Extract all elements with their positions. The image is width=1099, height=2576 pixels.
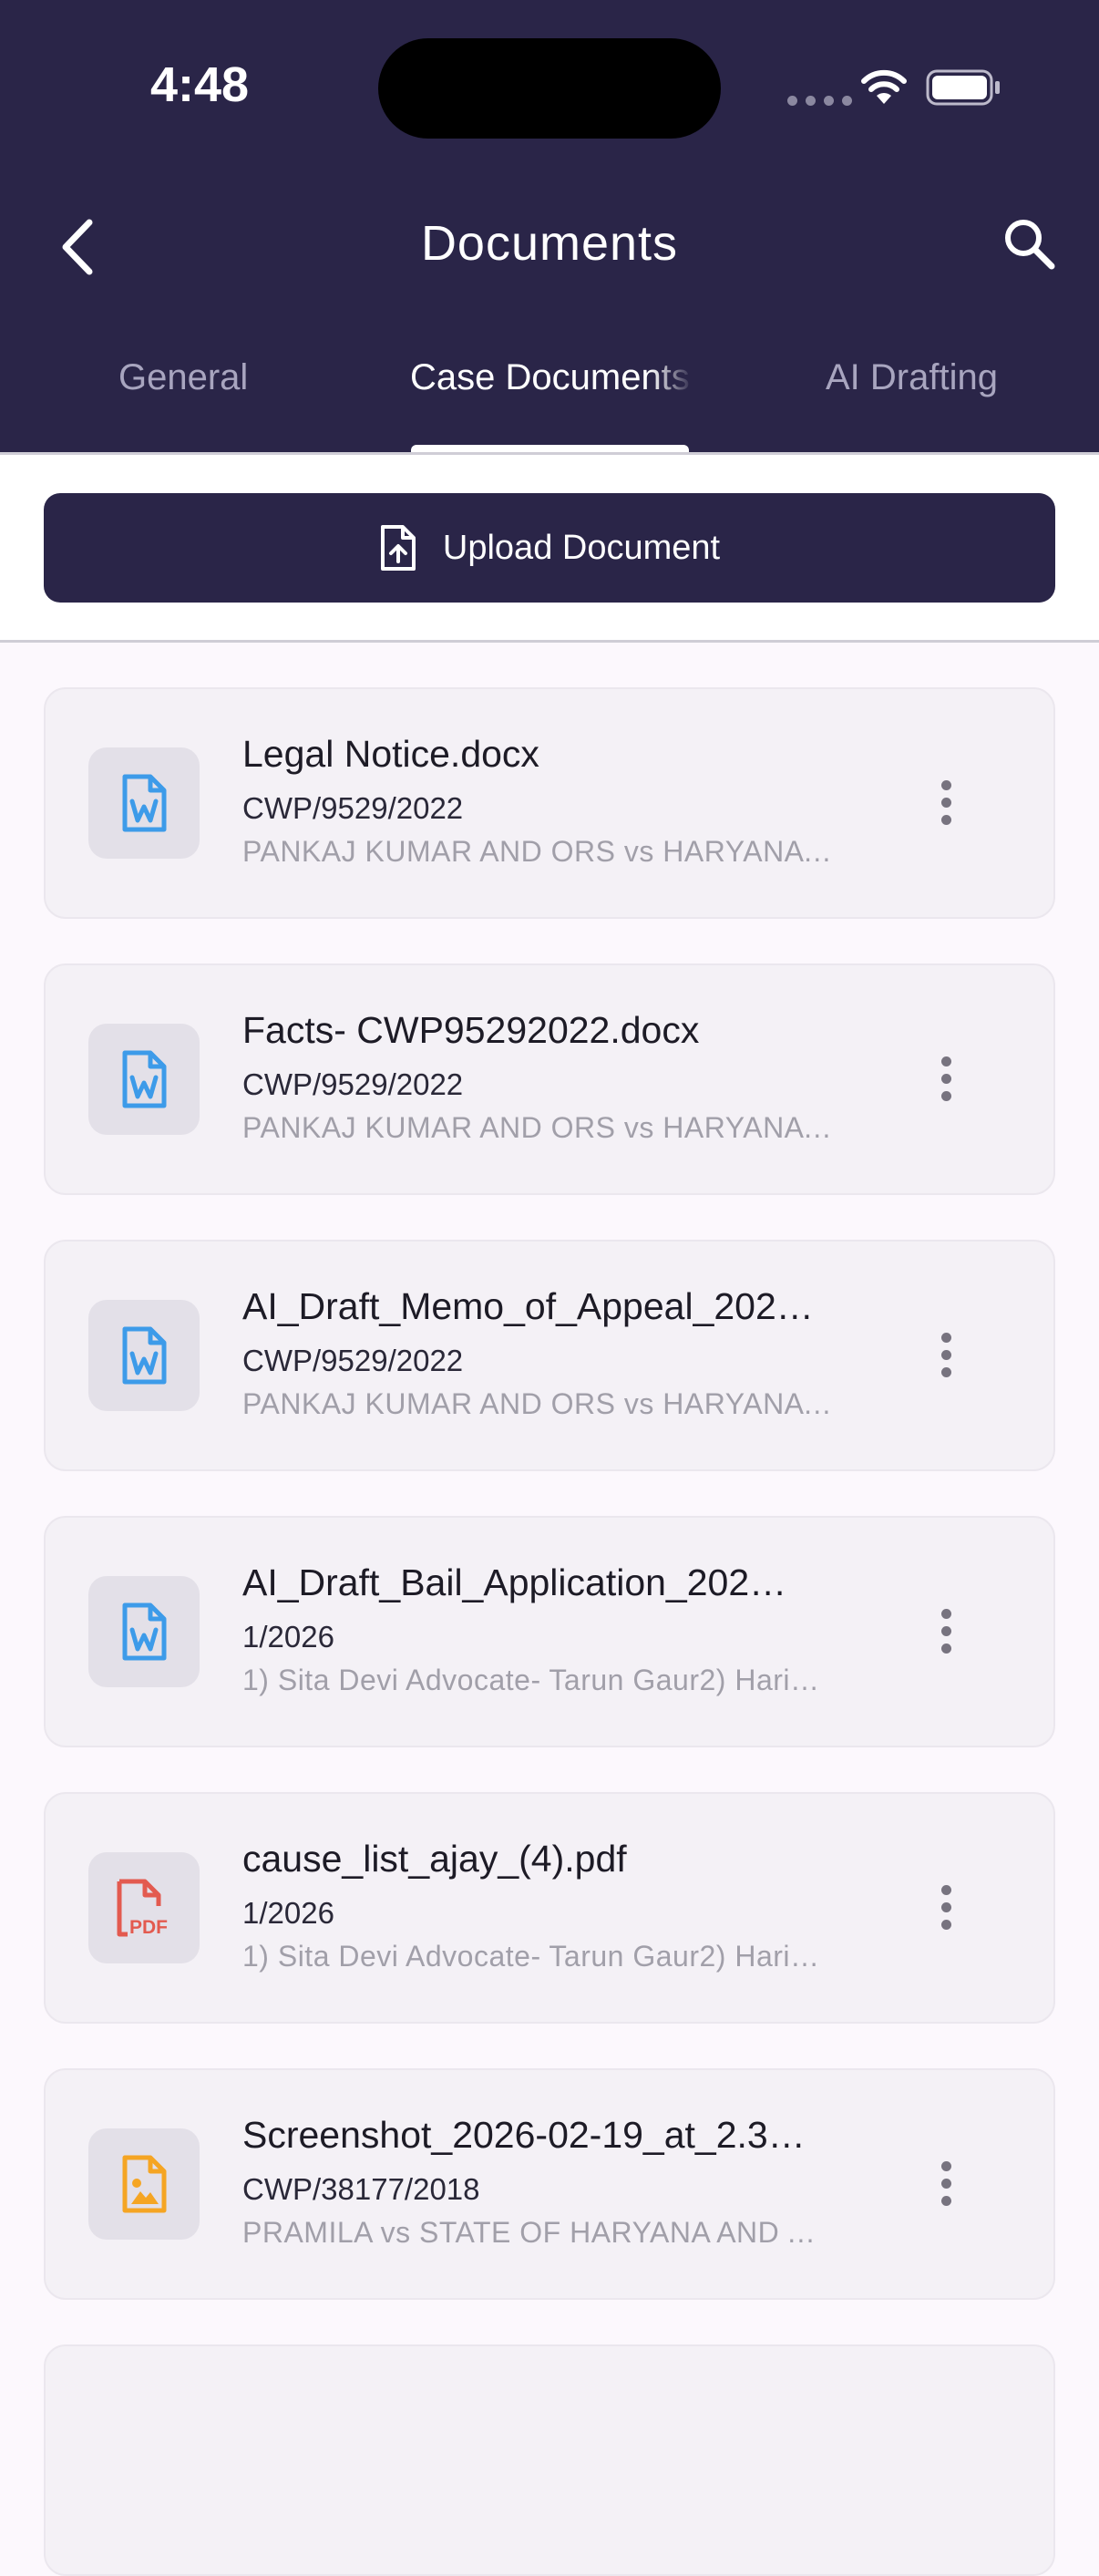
document-card[interactable]: Screenshot_2026-02-19_at_2.3… CWP/38177/… [44, 2068, 1055, 2300]
pdf-file-icon: PDF [88, 1852, 200, 1963]
image-file-icon [88, 2128, 200, 2240]
divider [0, 640, 1099, 643]
file-upload-icon [380, 525, 416, 571]
page-title: Documents [420, 216, 679, 271]
document-card[interactable]: PDF cause_list_ajay_(4).pdf 1/2026 1) Si… [44, 1792, 1055, 2024]
document-name: Screenshot_2026-02-19_at_2.3… [242, 2114, 806, 2156]
more-options-icon[interactable] [937, 1056, 955, 1102]
tab-bar: General Case Documents AI Drafting [0, 357, 1099, 452]
svg-text:PDF: PDF [129, 1917, 168, 1937]
upload-document-label: Upload Document [442, 528, 721, 567]
document-card[interactable]: AI_Draft_Memo_of_Appeal_202… CWP/9529/20… [44, 1240, 1055, 1471]
document-name: Legal Notice.docx [242, 733, 539, 775]
word-file-icon [88, 1024, 200, 1135]
search-icon[interactable] [1002, 217, 1057, 272]
document-card-partial[interactable] [44, 2344, 1055, 2576]
document-card[interactable]: Legal Notice.docx CWP/9529/2022 PANKAJ K… [44, 687, 1055, 919]
word-file-icon [88, 1300, 200, 1411]
wifi-icon [861, 69, 907, 104]
tab-ai-drafting[interactable]: AI Drafting [826, 357, 998, 398]
battery-icon [926, 69, 1000, 106]
cellular-signal-icon [787, 96, 852, 106]
upload-document-button[interactable]: Upload Document [44, 493, 1055, 603]
active-tab-indicator [411, 445, 689, 452]
tab-general[interactable]: General [118, 357, 248, 398]
word-file-icon [88, 747, 200, 859]
more-options-icon[interactable] [937, 2161, 955, 2207]
case-number: CWP/9529/2022 [242, 1067, 464, 1101]
case-number: CWP/9529/2022 [242, 1344, 464, 1377]
more-options-icon[interactable] [937, 780, 955, 826]
more-options-icon[interactable] [937, 1885, 955, 1931]
word-file-icon [88, 1576, 200, 1687]
case-number: CWP/38177/2018 [242, 2172, 480, 2206]
case-parties: PANKAJ KUMAR AND ORS vs HARYANA … [242, 1387, 835, 1420]
case-parties: PANKAJ KUMAR AND ORS vs HARYANA … [242, 1111, 835, 1144]
tab-case-documents[interactable]: Case Documents [410, 357, 693, 398]
document-card[interactable]: AI_Draft_Bail_Application_202… 1/2026 1)… [44, 1516, 1055, 1747]
case-number: 1/2026 [242, 1896, 334, 1930]
app-header: 4:48 Documents General Case Documents AI… [0, 0, 1099, 452]
case-parties: PANKAJ KUMAR AND ORS vs HARYANA … [242, 835, 835, 868]
dynamic-island [378, 38, 721, 139]
document-name: Facts- CWP95292022.docx [242, 1009, 700, 1051]
document-name: AI_Draft_Memo_of_Appeal_202… [242, 1285, 814, 1327]
case-parties: PRAMILA vs STATE OF HARYANA AND A… [242, 2216, 835, 2249]
document-card[interactable]: Facts- CWP95292022.docx CWP/9529/2022 PA… [44, 963, 1055, 1195]
document-name: cause_list_ajay_(4).pdf [242, 1838, 627, 1880]
more-options-icon[interactable] [937, 1333, 955, 1378]
status-time: 4:48 [150, 57, 250, 112]
case-number: CWP/9529/2022 [242, 791, 464, 825]
document-name: AI_Draft_Bail_Application_202… [242, 1561, 787, 1603]
case-parties: 1) Sita Devi Advocate- Tarun Gaur2) Hari… [242, 1940, 820, 1973]
more-options-icon[interactable] [937, 1609, 955, 1654]
case-parties: 1) Sita Devi Advocate- Tarun Gaur2) Hari… [242, 1664, 820, 1696]
case-number: 1/2026 [242, 1620, 334, 1654]
